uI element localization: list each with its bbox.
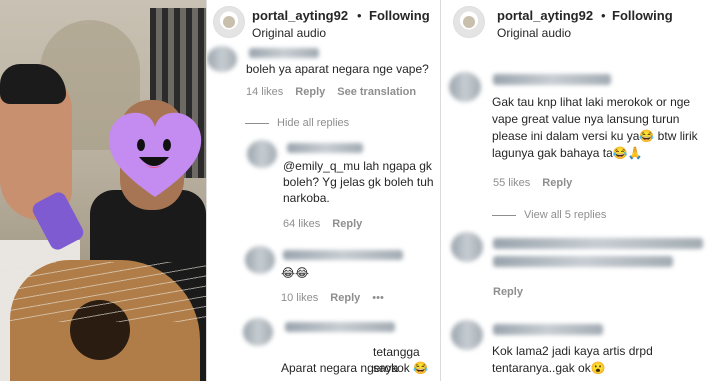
blurred-avatar	[207, 46, 237, 72]
blurred-avatar	[247, 140, 277, 168]
comment-meta: 55 likes Reply	[493, 177, 584, 189]
view-replies-label: View all 5 replies	[524, 209, 607, 221]
blurred-avatar	[243, 318, 273, 346]
replies-bar	[245, 122, 269, 124]
comment-meta: 14 likes Reply See translation	[246, 86, 428, 98]
post-header: portal_ayting92 • Following Original aud…	[441, 0, 720, 44]
reply-text: 😂😂	[281, 266, 310, 280]
video-frame[interactable]	[0, 0, 206, 381]
reply-button[interactable]: Reply	[493, 286, 523, 298]
blurred-avatar	[451, 232, 483, 262]
view-replies-toggle[interactable]: View all 5 replies	[492, 209, 606, 221]
comment-text: Gak tau knp lihat laki merokok or nge va…	[492, 95, 698, 160]
hide-replies-toggle[interactable]: Hide all replies	[245, 117, 349, 129]
reply-meta: 64 likes Reply	[283, 218, 374, 230]
profile-avatar-icon[interactable]	[453, 6, 485, 38]
blurred-username	[493, 324, 603, 335]
audio-label[interactable]: Original audio	[497, 26, 571, 40]
comment-text: Kok lama2 jadi kaya artis drpd tentarany…	[492, 344, 653, 375]
profile-avatar-icon[interactable]	[213, 6, 245, 38]
reply-meta: 10 likes Reply •••	[281, 292, 396, 304]
blurred-comment	[493, 256, 673, 267]
reply-text-part-b: Aparat negara ngerokok 😂	[281, 361, 429, 375]
more-options-icon[interactable]: •••	[372, 292, 384, 304]
comments-panel-right: portal_ayting92 • Following Original aud…	[441, 0, 720, 381]
blurred-username	[287, 143, 363, 153]
username[interactable]: portal_ayting92	[497, 8, 593, 23]
likes-count[interactable]: 64 likes	[283, 218, 320, 230]
blurred-username	[285, 322, 395, 332]
blurred-avatar	[451, 320, 483, 350]
comment-text: boleh ya aparat negara nge vape?	[246, 62, 429, 76]
blurred-avatar	[245, 246, 275, 274]
heart-face-sticker-icon	[108, 112, 202, 197]
blurred-comment	[493, 238, 703, 249]
blurred-username	[249, 48, 319, 58]
reply-button[interactable]: Reply	[542, 177, 572, 189]
audio-label[interactable]: Original audio	[252, 26, 326, 40]
post-header: portal_ayting92 • Following Original aud…	[207, 0, 440, 44]
follow-status[interactable]: Following	[612, 8, 673, 23]
see-translation-link[interactable]: See translation	[337, 86, 416, 98]
blurred-username	[493, 74, 611, 85]
comments-panel-mid: portal_ayting92 • Following Original aud…	[207, 0, 440, 381]
comment-meta: Reply	[493, 286, 535, 298]
separator-dot: •	[601, 8, 606, 23]
guitar-strings	[0, 262, 206, 322]
reply-button[interactable]: Reply	[295, 86, 325, 98]
likes-count[interactable]: 55 likes	[493, 177, 530, 189]
follow-status[interactable]: Following	[369, 8, 430, 23]
hide-replies-label: Hide all replies	[277, 117, 350, 129]
likes-count[interactable]: 10 likes	[281, 292, 318, 304]
blurred-avatar	[449, 72, 481, 102]
reply-button[interactable]: Reply	[332, 218, 362, 230]
blurred-username	[283, 250, 403, 260]
separator-dot: •	[357, 8, 362, 23]
reply-button[interactable]: Reply	[330, 292, 360, 304]
replies-bar	[492, 214, 516, 216]
reply-text: @emily_q_mu lah ngapa gk boleh? Yg jelas…	[283, 159, 434, 205]
username[interactable]: portal_ayting92	[252, 8, 348, 23]
likes-count[interactable]: 14 likes	[246, 86, 283, 98]
